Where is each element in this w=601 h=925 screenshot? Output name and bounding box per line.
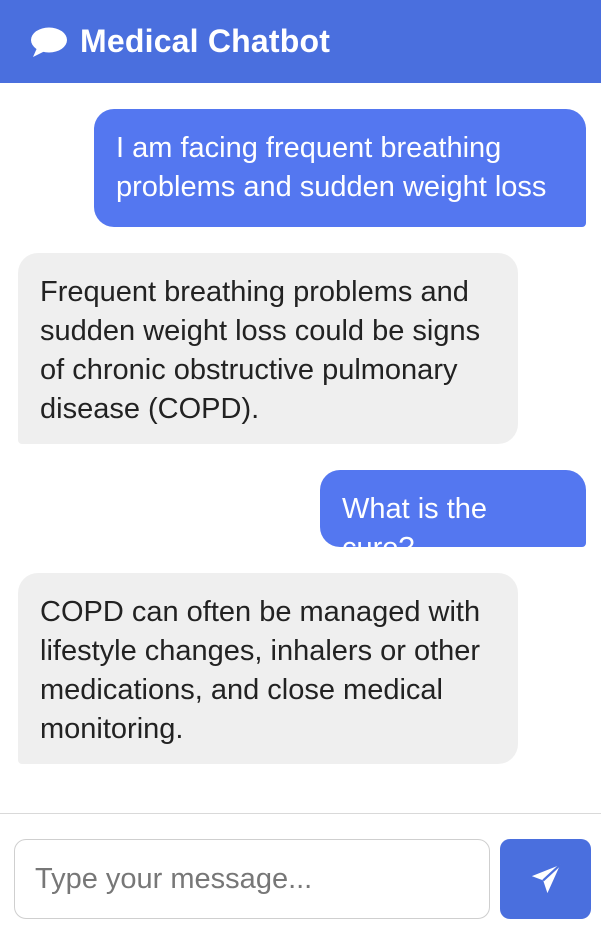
bot-message: COPD can often be managed with lifestyle… <box>18 573 518 764</box>
message-text: Frequent breathing problems and sudden w… <box>40 276 481 425</box>
chat-app: Medical Chatbot I am facing frequent bre… <box>0 0 601 925</box>
app-header: Medical Chatbot <box>0 0 601 83</box>
user-message: I am facing frequent breathing problems … <box>94 109 586 227</box>
message-text: COPD can often be managed with lifestyle… <box>40 596 481 745</box>
composer-divider <box>0 813 601 814</box>
user-message: What is the cure? <box>320 470 586 564</box>
message-input-box[interactable] <box>14 839 490 919</box>
message-text: I am facing frequent breathing problems … <box>116 132 547 203</box>
send-icon <box>529 862 563 896</box>
chat-bubble-icon <box>30 26 68 58</box>
message-input[interactable] <box>33 861 471 897</box>
bot-message: Frequent breathing problems and sudden w… <box>18 253 518 444</box>
message-text: What is the cure? <box>342 493 488 564</box>
send-button[interactable] <box>500 839 591 919</box>
app-title: Medical Chatbot <box>80 23 331 59</box>
